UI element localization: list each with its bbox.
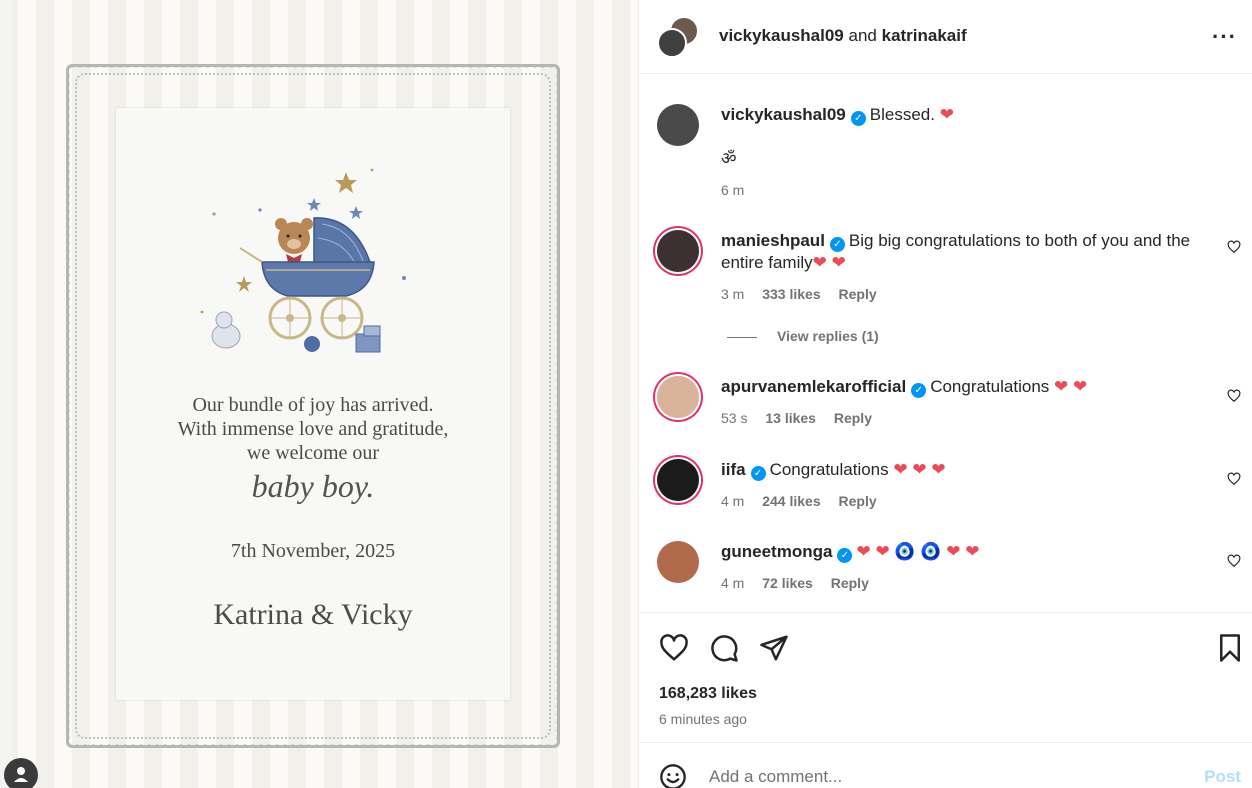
comment-body: apurvanemlekarofficial ✓ Congratulations ❤…	[721, 376, 1213, 398]
comment-likes[interactable]: 333 likes	[762, 286, 820, 302]
comment-time: 4 m	[721, 493, 745, 509]
post-time-ago[interactable]: 6 minutes ago	[659, 711, 747, 727]
comment-username[interactable]: iifa	[721, 460, 746, 479]
card-baby-boy: baby boy.	[251, 468, 375, 504]
header-usernames: vickykaushal09 and katrinakaif	[719, 26, 967, 46]
caption-username[interactable]: vickykaushal09	[721, 105, 846, 124]
avatar[interactable]	[657, 541, 699, 583]
person-icon	[14, 767, 28, 782]
avatar[interactable]	[657, 104, 699, 146]
comment-meta: 4 m 244 likes Reply	[721, 493, 891, 509]
post-image[interactable]: Our bundle of joy has arrived. With imme…	[0, 0, 638, 788]
comment-likes[interactable]: 72 likes	[762, 575, 813, 591]
replies-line	[727, 336, 757, 338]
emoji-icon[interactable]	[659, 763, 687, 788]
star-icon	[349, 206, 363, 219]
comment-time: 3 m	[721, 286, 745, 302]
comment-meta: 3 m 333 likes Reply	[721, 286, 891, 302]
card-line-2: With immense love and gratitude,	[177, 418, 449, 440]
avatar[interactable]	[657, 230, 699, 272]
comment-meta: 4 m 72 likes Reply	[721, 575, 883, 591]
baby-pram-illustration	[200, 168, 406, 353]
share-send-icon[interactable]	[759, 633, 789, 663]
reply-button[interactable]: Reply	[839, 493, 877, 509]
action-bar: 168,283 likes 6 minutes ago	[639, 612, 1252, 742]
comment-username[interactable]: guneetmonga	[721, 542, 832, 561]
comment-username[interactable]: apurvanemlekarofficial	[721, 377, 906, 396]
comment-body: manieshpaul ✓ Big big congratulations to b…	[721, 230, 1213, 274]
avatar[interactable]	[657, 376, 699, 418]
post-header: vickykaushal09 and katrinakaif ···	[639, 0, 1252, 74]
reply-button[interactable]: Reply	[831, 575, 869, 591]
announcement-card: Our bundle of joy has arrived. With imme…	[116, 108, 510, 700]
likes-count[interactable]: 168,283 likes	[659, 685, 757, 703]
caption-time: 6 m	[721, 182, 745, 198]
avatar[interactable]	[657, 459, 699, 501]
header-joiner: and	[848, 26, 877, 45]
like-comment-heart-icon[interactable]	[1227, 389, 1241, 403]
star-icon	[307, 198, 321, 211]
star-icon	[236, 276, 252, 292]
card-names: Katrina & Vicky	[213, 598, 413, 631]
comment-meta: 53 s 13 likes Reply	[721, 410, 886, 426]
avatar-vickykaushal09[interactable]	[657, 28, 687, 58]
reply-button[interactable]: Reply	[839, 286, 877, 302]
card-line-1: Our bundle of joy has arrived.	[192, 394, 434, 416]
like-heart-icon[interactable]	[659, 633, 689, 663]
verified-badge-icon: ✓	[829, 237, 845, 252]
verified-badge-icon: ✓	[750, 466, 766, 481]
caption-text: Blessed. ❤	[869, 105, 954, 124]
post-detail-panel: vickykaushal09 and katrinakaif ··· vicky…	[638, 0, 1252, 788]
comment-input[interactable]	[709, 763, 1169, 788]
comment-likes[interactable]: 244 likes	[762, 493, 820, 509]
comment-likes[interactable]: 13 likes	[765, 410, 816, 426]
star-icon	[335, 172, 357, 193]
comment-text: ❤ ❤ 🧿 🧿 ❤ ❤	[856, 542, 980, 561]
comment-username[interactable]: manieshpaul	[721, 231, 825, 250]
caption-body: vickykaushal09 ✓ Blessed. ❤	[721, 104, 1213, 126]
verified-badge-icon: ✓	[837, 548, 853, 563]
comment-time: 53 s	[721, 410, 748, 426]
like-comment-heart-icon[interactable]	[1227, 472, 1241, 486]
comment-body: guneetmonga ✓ ❤ ❤ 🧿 🧿 ❤ ❤	[721, 541, 1213, 563]
header-user-2[interactable]: katrinakaif	[882, 26, 967, 45]
card-date: 7th November, 2025	[230, 540, 396, 562]
reply-button[interactable]: Reply	[834, 410, 872, 426]
comment-text: Congratulations ❤ ❤	[930, 377, 1088, 396]
more-options-icon[interactable]: ···	[1212, 24, 1237, 50]
comment-bubble-icon[interactable]	[709, 633, 739, 663]
comment-body: iifa ✓ Congratulations ❤ ❤ ❤	[721, 459, 1213, 481]
verified-badge-icon: ✓	[911, 383, 927, 398]
like-comment-heart-icon[interactable]	[1227, 240, 1241, 254]
caption-line-2: ॐ	[721, 149, 737, 168]
view-replies-button[interactable]: View replies (1)	[727, 328, 879, 344]
comment-time: 4 m	[721, 575, 745, 591]
header-user-1[interactable]: vickykaushal09	[719, 26, 844, 45]
caption-meta: 6 m	[721, 182, 758, 198]
view-replies-label: View replies (1)	[777, 328, 879, 344]
save-bookmark-icon[interactable]	[1215, 633, 1245, 663]
card-line-3: we welcome our	[246, 442, 380, 464]
tagged-user-icon[interactable]	[4, 758, 38, 788]
like-comment-heart-icon[interactable]	[1227, 554, 1241, 568]
verified-badge-icon: ✓	[850, 111, 866, 126]
comment-text: Congratulations ❤ ❤ ❤	[769, 460, 946, 479]
add-comment-bar: Post	[639, 742, 1252, 788]
post-comment-button[interactable]: Post	[1204, 767, 1241, 787]
backdrop-strip	[0, 0, 12, 788]
